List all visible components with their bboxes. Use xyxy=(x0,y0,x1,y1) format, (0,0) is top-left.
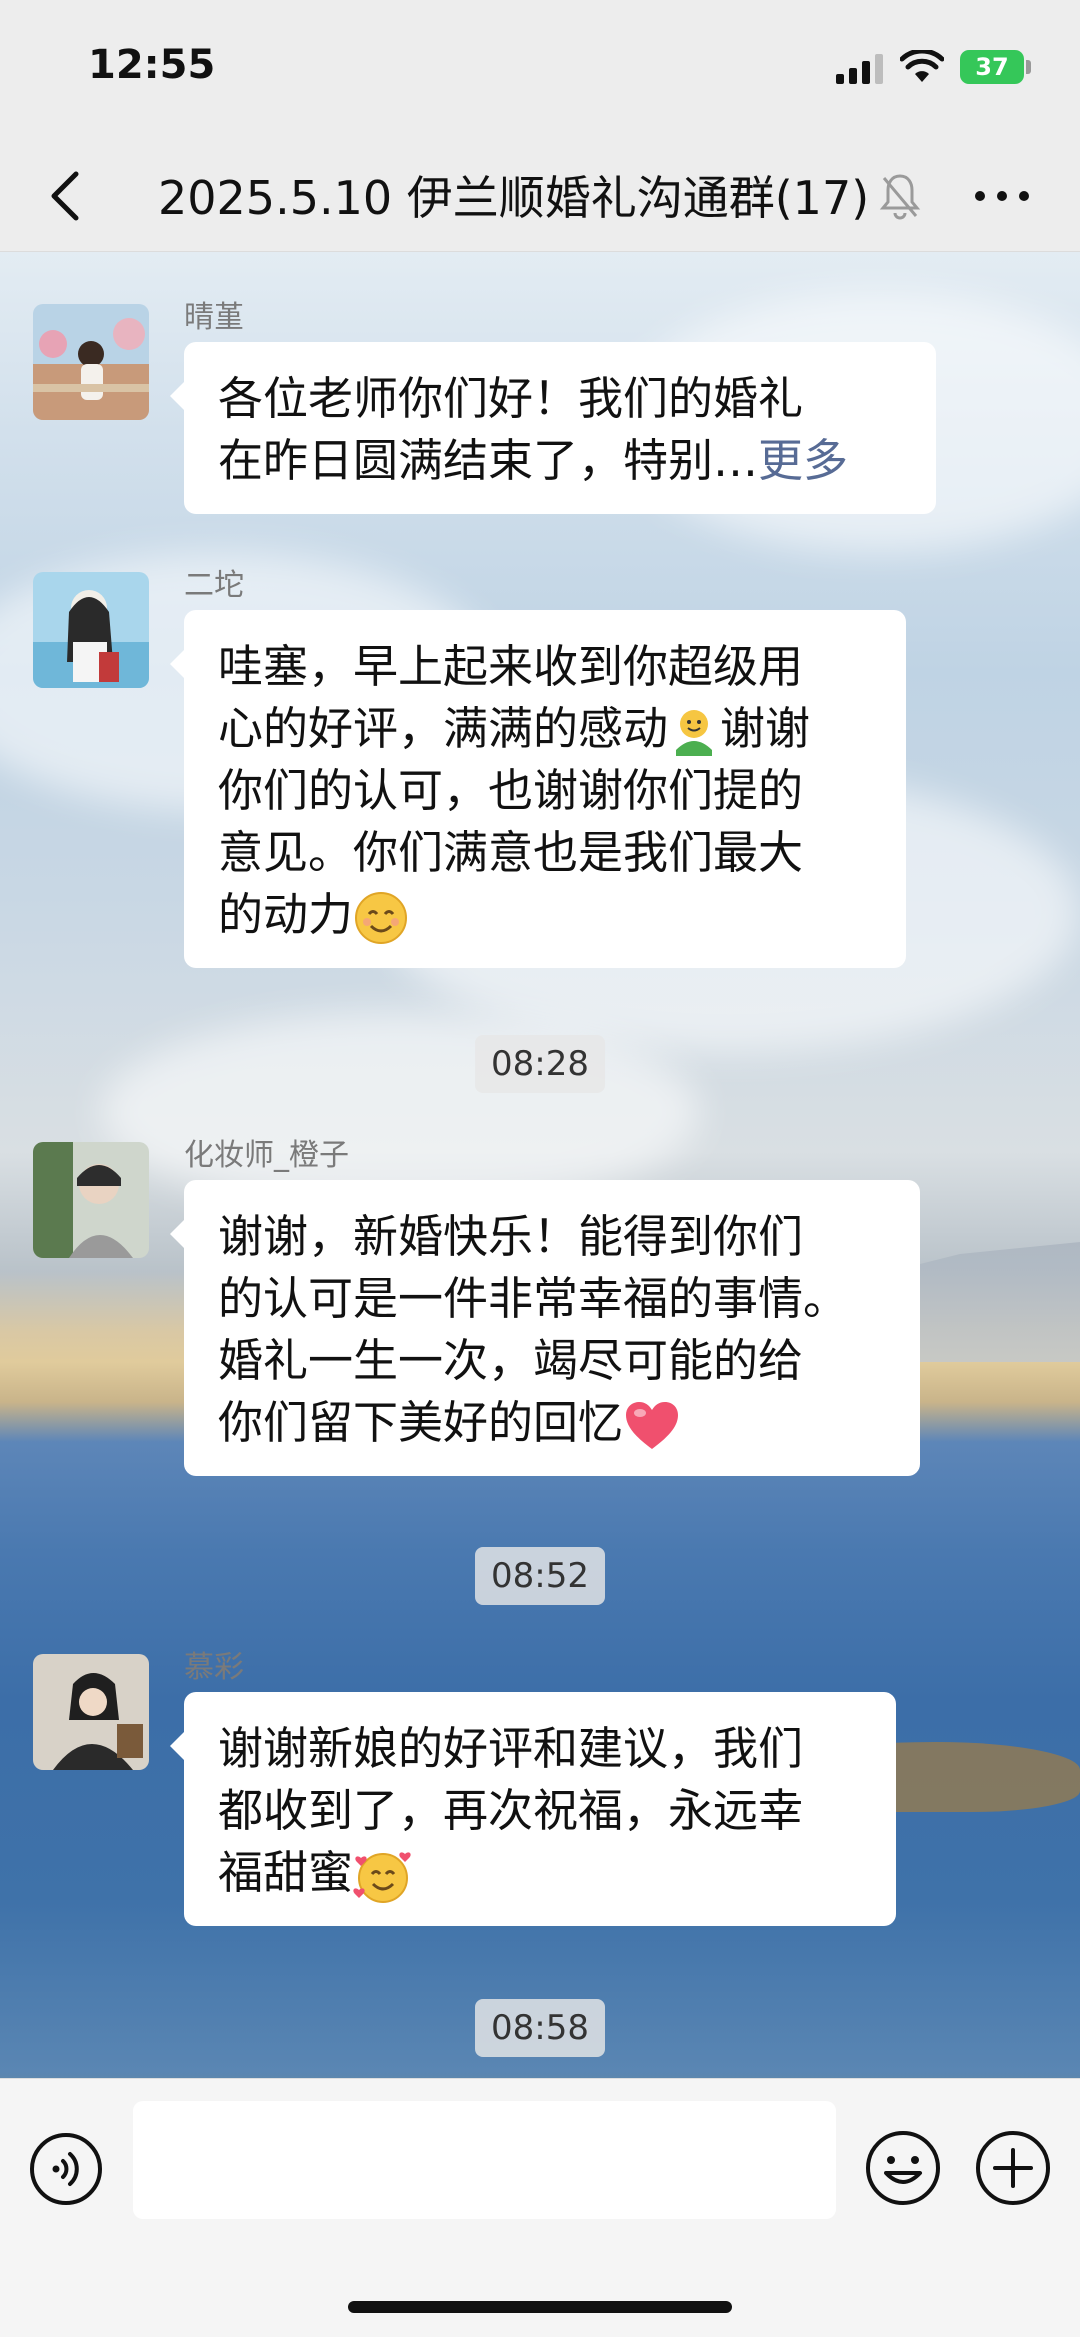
message-line: 心的好评，满满的感动 谢谢 xyxy=(218,698,872,760)
message-line: 谢谢，新婚快乐！能得到你们 xyxy=(218,1210,804,1263)
message-bubble[interactable]: 谢谢新娘的好评和建议，我们 都收到了，再次祝福，永远幸 福甜蜜 xyxy=(170,1692,896,1926)
message-text: 的动力 xyxy=(218,888,354,941)
message-line: 在昨日圆满结束了，特别…更多 xyxy=(218,430,902,492)
status-bar: 12:55 37 xyxy=(0,0,1080,140)
message-line: 各位老师你们好！我们的婚礼 xyxy=(218,372,804,425)
sender-name: 晴堇 xyxy=(184,300,244,335)
message-input[interactable] xyxy=(133,2101,836,2219)
message-line: 婚礼一生一次，竭尽可能的给 xyxy=(218,1334,804,1387)
avatar[interactable] xyxy=(33,1654,149,1770)
message-bubble[interactable]: 哇塞，早上起来收到你超级用 心的好评，满满的感动 谢谢 你们的认可，也谢谢你们提的… xyxy=(170,610,906,968)
avatar[interactable] xyxy=(33,1142,149,1258)
input-bar xyxy=(0,2078,1080,2337)
chat-header: 2025.5.10 伊兰顺婚礼沟通群(17) xyxy=(0,140,1080,252)
chevron-left-icon[interactable] xyxy=(40,164,96,228)
message-line: 的认可是一件非常幸福的事情。 xyxy=(218,1272,849,1325)
battery-level: 37 xyxy=(975,53,1009,81)
message-line: 你们留下美好的回忆 xyxy=(218,1392,886,1454)
avatar[interactable] xyxy=(33,572,149,688)
timestamp: 08:28 xyxy=(475,1035,605,1093)
bell-slash-icon xyxy=(879,174,921,220)
sender-name: 化妆师_橙子 xyxy=(184,1138,349,1173)
wifi-icon xyxy=(900,50,944,82)
message-line: 的动力 xyxy=(218,884,872,946)
message-text: 福甜蜜 xyxy=(218,1846,354,1899)
message-line: 福甜蜜 xyxy=(218,1842,862,1904)
message-line: 意见。你们满意也是我们最大 xyxy=(218,826,804,879)
message-line: 哇塞，早上起来收到你超级用 xyxy=(218,640,804,693)
message-line: 都收到了，再次祝福，永远幸 xyxy=(218,1784,804,1837)
message-line: 你们的认可，也谢谢你们提的 xyxy=(218,764,804,817)
page-title: 2025.5.10 伊兰顺婚礼沟通群(17) xyxy=(158,171,870,225)
home-indicator[interactable] xyxy=(348,2301,732,2313)
battery-tip xyxy=(1026,60,1031,74)
battery-indicator: 37 xyxy=(960,50,1024,84)
avatar[interactable] xyxy=(33,304,149,420)
plus-icon[interactable] xyxy=(974,2129,1052,2207)
message-bubble[interactable]: 各位老师你们好！我们的婚礼 在昨日圆满结束了，特别…更多 xyxy=(170,342,936,514)
message-text: 你们留下美好的回忆 xyxy=(218,1396,624,1449)
message-text: 在昨日圆满结束了，特别… xyxy=(218,434,759,487)
heart-emoji-icon xyxy=(626,1402,679,1449)
more-dots-icon[interactable] xyxy=(970,172,1034,220)
more-link[interactable]: 更多 xyxy=(758,434,848,487)
smile-icon[interactable] xyxy=(864,2129,942,2207)
status-time: 12:55 xyxy=(88,42,216,88)
sender-name: 慕彩 xyxy=(184,1650,244,1685)
timestamp: 08:52 xyxy=(475,1547,605,1605)
message-line: 谢谢新娘的好评和建议，我们 xyxy=(218,1722,804,1775)
hug-emoji-icon xyxy=(676,710,713,756)
timestamp: 08:58 xyxy=(475,1999,605,2057)
smiling-emoji-icon xyxy=(355,892,408,944)
voice-icon[interactable] xyxy=(28,2131,104,2207)
sender-name: 二坨 xyxy=(184,568,244,603)
message-text: 心的好评，满满的感动 xyxy=(218,702,669,755)
smiling-hearts-emoji-icon xyxy=(353,1852,411,1903)
message-bubble[interactable]: 谢谢，新婚快乐！能得到你们 的认可是一件非常幸福的事情。 婚礼一生一次，竭尽可能… xyxy=(170,1180,920,1476)
message-text: 谢谢 xyxy=(720,702,811,755)
signal-icon xyxy=(836,54,883,84)
